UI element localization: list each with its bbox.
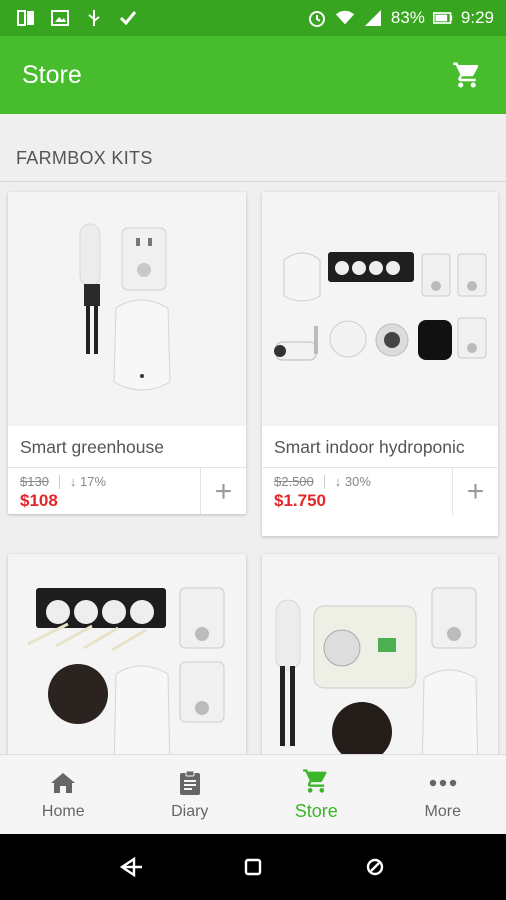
clipboard-icon [175,769,205,797]
discount: ↓ 30% [334,474,371,489]
clock: 9:29 [460,8,494,27]
home-button[interactable] [233,847,273,887]
cart-icon [301,767,331,795]
square-icon [244,858,262,876]
add-to-cart-button[interactable]: + [452,468,498,515]
nav-diary-label: Diary [171,802,209,820]
nav-home[interactable]: Home [0,755,127,834]
nav-diary[interactable]: Diary [127,755,254,834]
product-image [8,192,246,426]
product-card[interactable] [262,554,498,754]
old-price: $130 [20,474,49,489]
app-bar: Store [0,36,506,114]
back-button[interactable] [111,847,151,887]
overview-icon [366,858,384,876]
discount: ↓ 17% [69,474,107,489]
product-title: Smart greenhouse [20,437,164,457]
nav-more[interactable]: More [380,755,506,834]
status-bar: 83% 9:29 [0,0,506,36]
product-image [262,554,498,754]
product-card[interactable] [8,554,246,754]
wifi-icon [335,8,355,28]
price: $108 [20,491,58,510]
product-card[interactable]: Smart indoor hydroponic $2.500 ↓ 30% $1.… [262,192,498,536]
page-title: Store [22,60,82,89]
add-to-cart-button[interactable]: + [200,468,246,514]
check-icon [118,8,138,28]
product-image [262,192,498,426]
notification-icon [16,8,36,28]
more-dots-icon [428,769,458,797]
nav-store[interactable]: Store [253,755,380,834]
battery-icon [432,8,453,28]
alarm-icon [307,8,327,28]
bottom-navigation: Home Diary Store More [0,754,506,834]
store-content[interactable]: FARMBOX KITS Smart greenhouse $130 ↓ 17%… [0,114,506,754]
battery-percent: 83% [390,8,425,27]
cart-button[interactable] [450,58,484,92]
nav-home-label: Home [41,802,85,820]
product-image [8,554,246,754]
back-icon [119,856,142,878]
home-icon [48,769,78,797]
recents-button[interactable] [355,847,395,887]
cart-icon [453,62,479,88]
usb-icon [84,8,104,28]
old-price: $2.500 [274,474,314,489]
system-navigation-bar [0,834,506,900]
nav-store-label: Store [294,801,338,821]
section-title: FARMBOX KITS [0,114,506,182]
product-card[interactable]: Smart greenhouse $130 ↓ 17% $108 + [8,192,246,514]
signal-icon [363,8,383,28]
nav-more-label: More [424,802,461,820]
image-icon [50,8,70,28]
product-title: Smart indoor hydroponic [274,437,465,457]
price: $1.750 [274,491,326,510]
